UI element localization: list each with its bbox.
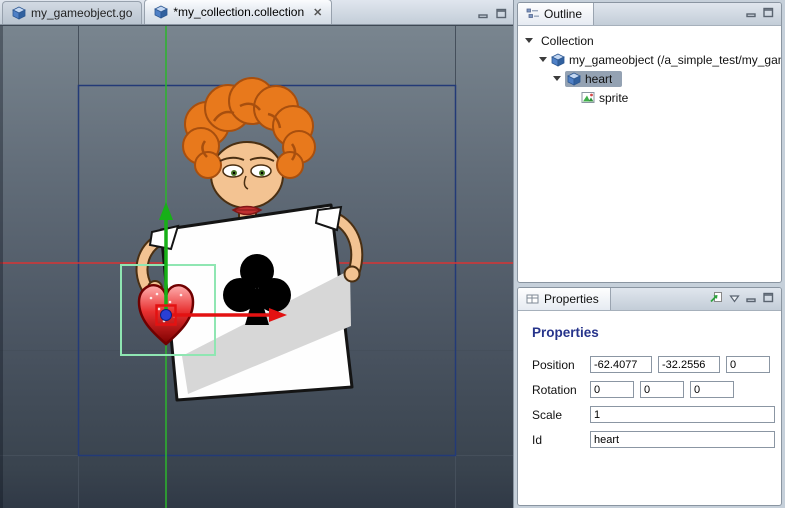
position-row: Position <box>532 356 781 373</box>
minimize-icon[interactable] <box>746 290 757 308</box>
position-x-field[interactable] <box>590 356 652 373</box>
scene-canvas[interactable] <box>0 26 513 508</box>
tab-label: *my_collection.collection <box>173 5 305 19</box>
maximize-icon[interactable] <box>496 6 507 24</box>
gizmo-center-handle[interactable] <box>160 309 172 321</box>
tree-item-label: sprite <box>599 90 629 105</box>
rotation-y-field[interactable] <box>640 381 684 398</box>
collection-icon <box>154 5 169 19</box>
view-menu-icon[interactable] <box>729 290 740 308</box>
tree-item-label: my_gameobject (/a_simple_test/my_gam <box>569 52 781 67</box>
properties-header: Properties <box>518 288 781 311</box>
gameobject-cube-icon <box>551 53 565 67</box>
gameobject-cube-icon <box>12 6 26 20</box>
minimize-icon[interactable] <box>746 5 757 23</box>
tree-item-label: Collection <box>541 33 594 48</box>
maximize-icon[interactable] <box>763 5 774 23</box>
sprite-icon <box>581 91 595 104</box>
position-y-field[interactable] <box>658 356 720 373</box>
properties-form: Properties Position Rotation Scale Id <box>518 311 781 448</box>
editor-tabbar: my_gameobject.go *my_collection.collecti… <box>0 0 513 25</box>
tree-item-gameobject[interactable]: my_gameobject (/a_simple_test/my_gam <box>518 50 781 69</box>
gizmo-y-arrowhead[interactable] <box>159 202 173 220</box>
tab-my-collection[interactable]: *my_collection.collection ✕ <box>144 0 333 24</box>
tree-item-label: heart <box>585 71 613 86</box>
outline-tree: Collection my_gameobject (/a_simple_test… <box>518 26 781 107</box>
rotation-z-field[interactable] <box>690 381 734 398</box>
position-label: Position <box>532 357 575 372</box>
gameobject-cube-icon <box>567 72 581 86</box>
tab-label: my_gameobject.go <box>31 6 133 20</box>
expander-icon[interactable] <box>553 76 561 81</box>
tab-outline[interactable]: Outline <box>518 3 595 25</box>
scale-field[interactable] <box>590 406 775 423</box>
rotation-x-field[interactable] <box>590 381 634 398</box>
expander-icon[interactable] <box>539 57 547 62</box>
tab-properties[interactable]: Properties <box>518 288 611 310</box>
scale-row: Scale <box>532 406 781 423</box>
position-z-field[interactable] <box>726 356 770 373</box>
selected-row-highlight: heart <box>565 70 623 87</box>
canvas-edge-shade <box>0 26 3 508</box>
maximize-icon[interactable] <box>763 290 774 308</box>
tree-item-collection[interactable]: Collection <box>518 31 781 50</box>
scale-label: Scale <box>532 407 563 422</box>
tree-item-sprite[interactable]: sprite <box>518 88 781 107</box>
properties-tab-icon <box>526 293 539 305</box>
rotation-label: Rotation <box>532 382 577 397</box>
expander-icon[interactable] <box>525 38 533 43</box>
id-label: Id <box>532 432 543 447</box>
minimize-icon[interactable] <box>478 6 489 24</box>
outline-header: Outline <box>518 3 781 26</box>
link-with-editor-icon[interactable] <box>710 290 723 308</box>
properties-panel: Properties Properties Position Rotation <box>517 287 782 506</box>
editor-area: my_gameobject.go *my_collection.collecti… <box>0 0 514 508</box>
id-row: Id <box>532 431 781 448</box>
properties-title: Properties <box>532 325 599 340</box>
rotation-row: Rotation <box>532 381 781 398</box>
tree-item-heart[interactable]: heart <box>518 69 781 88</box>
character-sprite[interactable] <box>135 77 364 402</box>
tab-my-gameobject[interactable]: my_gameobject.go <box>2 1 143 24</box>
panel-tab-label: Properties <box>544 291 599 306</box>
panel-tab-label: Outline <box>544 6 583 21</box>
close-icon[interactable]: ✕ <box>313 6 322 19</box>
id-field[interactable] <box>590 431 775 448</box>
outline-panel: Outline Collection my_gameobject (/a_sim… <box>517 2 782 283</box>
outline-tab-icon <box>526 7 539 20</box>
